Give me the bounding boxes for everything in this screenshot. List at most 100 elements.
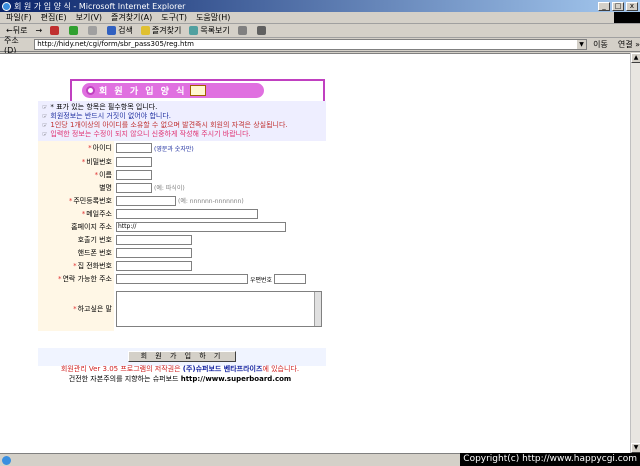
favorites-button[interactable]: 즐겨찾기 xyxy=(140,25,182,36)
ssn-hint: (예: nnnnnn-nnnnnnn) xyxy=(178,198,244,205)
label-email-text: 메일주소 xyxy=(86,209,112,218)
history-icon xyxy=(189,26,199,35)
required-mark: * xyxy=(88,144,92,152)
row-name: * 이름 xyxy=(38,168,326,181)
field-homepage: http:// xyxy=(114,220,326,233)
ie-icon xyxy=(2,1,11,11)
menu-help[interactable]: 도움말(H) xyxy=(196,12,230,23)
notice-text-1: 회원정보는 반드시 거짓이 없어야 합니다. xyxy=(50,112,171,120)
label-nickname-text: 별명 xyxy=(99,183,112,192)
message-textarea[interactable] xyxy=(116,290,322,327)
pointer-icon: ☞ xyxy=(42,113,48,120)
label-mobile-text: 핸드폰 번호 xyxy=(77,248,112,257)
menu-view[interactable]: 보기(V) xyxy=(76,12,102,23)
label-message-text: 하고싶은 말 xyxy=(77,304,112,313)
copyright-overlay: Copyright(c) http://www.happycgi.com xyxy=(460,453,640,466)
refresh-button[interactable] xyxy=(69,26,80,35)
refresh-icon xyxy=(69,26,79,35)
history-label: 목록보기 xyxy=(200,26,230,35)
window-title: 회 원 가 입 양 식 - Microsoft Internet Explore… xyxy=(14,1,186,11)
print-icon xyxy=(256,26,266,35)
id-input[interactable] xyxy=(116,143,152,153)
vertical-scrollbar[interactable]: ▲ ▼ xyxy=(630,53,640,453)
menu-favorites[interactable]: 즐겨찾기(A) xyxy=(111,12,152,23)
required-mark: * xyxy=(73,304,77,313)
forward-button[interactable]: → xyxy=(35,26,42,35)
label-password: * 비밀번호 xyxy=(38,155,114,168)
search-icon xyxy=(107,26,117,35)
scroll-down-icon[interactable]: ▼ xyxy=(631,443,640,453)
required-mark: * xyxy=(94,170,99,179)
menu-tools[interactable]: 도구(T) xyxy=(161,12,187,23)
label-homepage-text: 홈페이지 주소 xyxy=(71,222,112,231)
menu-edit[interactable]: 편집(E) xyxy=(41,12,67,23)
row-nickname: 별명 (예: 따식이) xyxy=(38,181,326,194)
minimize-button[interactable]: _ xyxy=(598,1,610,11)
row-pager: 호출기 번호 xyxy=(38,233,326,246)
star-icon xyxy=(140,26,150,35)
pointer-icon: ☞ xyxy=(42,122,48,129)
go-button[interactable]: 이동 xyxy=(593,39,608,50)
row-password: * 비밀번호 xyxy=(38,155,326,168)
menu-file[interactable]: 파일(F) xyxy=(6,12,32,23)
row-homepage: 홈페이지 주소 http:// xyxy=(38,220,326,233)
notice-line: ☞ 1인당 1개이상의 아이디를 소유할 수 없으며 발견즉시 회원의 자격은 상… xyxy=(42,121,322,130)
label-id-text: 아이디 xyxy=(92,144,112,152)
footer: 회원관리 Ver 3.05 프로그램의 저작권은 (주)슈퍼보드 벤타프라이즈에… xyxy=(0,364,360,384)
required-mark: * xyxy=(81,209,86,218)
links-button[interactable]: 연결 » xyxy=(618,39,640,50)
label-ssn: * 주민등록번호 xyxy=(38,194,114,207)
label-name-text: 이름 xyxy=(99,170,112,179)
stop-icon xyxy=(50,26,60,35)
phone-input[interactable] xyxy=(116,260,192,271)
label-phone-text: 집 전화번호 xyxy=(77,261,112,270)
forward-arrow-icon: → xyxy=(35,26,43,35)
ssn-input[interactable] xyxy=(116,195,176,206)
favorites-label: 즐겨찾기 xyxy=(151,26,182,35)
label-address: * 연락 가능한 주소 xyxy=(38,272,114,286)
toolbar: ← 뒤로 → 검색 즐겨찾기 목록보기 xyxy=(0,24,640,38)
row-ssn: * 주민등록번호 (예: nnnnnn-nnnnnnn) xyxy=(38,194,326,207)
nickname-input[interactable] xyxy=(116,182,152,193)
row-email: * 메일주소 xyxy=(38,207,326,220)
stop-button[interactable] xyxy=(50,26,61,35)
scroll-up-icon[interactable]: ▲ xyxy=(631,53,640,63)
footer-url-link[interactable]: http://www.superboard.com xyxy=(181,375,292,383)
mobile-input[interactable] xyxy=(116,247,192,258)
home-button[interactable] xyxy=(88,26,99,35)
notice-box: ☞ * 표가 있는 항목은 필수항목 입니다. ☞ 회원정보는 반드시 거짓이 없어… xyxy=(38,101,326,141)
footer-text-2: 에 있습니다. xyxy=(262,365,300,373)
password-input[interactable] xyxy=(116,156,152,167)
submit-button[interactable]: 회 원 가 입 하 기 xyxy=(128,351,236,362)
chevron-down-icon[interactable]: ▼ xyxy=(577,40,587,49)
notice-line: ☞ * 표가 있는 항목은 필수항목 입니다. xyxy=(42,103,322,112)
address-input[interactable]: http://hidy.net/cgi/form/sbr_pass305/reg… xyxy=(34,39,588,50)
label-email: * 메일주소 xyxy=(38,207,114,220)
address-url: http://hidy.net/cgi/form/sbr_pass305/reg… xyxy=(37,40,194,48)
home-icon xyxy=(88,26,98,35)
field-nickname: (예: 따식이) xyxy=(114,181,326,194)
textarea-scrollbar[interactable] xyxy=(314,291,321,326)
footer-company-link[interactable]: (주)슈퍼보드 벤타프라이즈 xyxy=(183,365,263,373)
history-button[interactable]: 목록보기 xyxy=(189,25,230,36)
pager-input[interactable] xyxy=(116,234,192,245)
homepage-input[interactable]: http:// xyxy=(116,221,286,232)
field-message xyxy=(114,286,326,331)
footer-text-1: 회원관리 Ver 3.05 프로그램의 저작권은 xyxy=(60,365,183,373)
print-button[interactable] xyxy=(256,26,268,35)
label-mobile: 핸드폰 번호 xyxy=(38,246,114,259)
address-input-field[interactable] xyxy=(116,274,248,284)
mail-button[interactable] xyxy=(237,26,249,35)
close-button[interactable]: x xyxy=(626,1,638,11)
maximize-button[interactable]: □ xyxy=(612,1,624,11)
pointer-icon: ☞ xyxy=(42,131,48,138)
email-input[interactable] xyxy=(116,208,258,219)
row-mobile: 핸드폰 번호 xyxy=(38,246,326,259)
search-button[interactable]: 검색 xyxy=(107,25,133,36)
zip-input[interactable] xyxy=(274,274,307,284)
field-name xyxy=(114,168,326,181)
label-password-text: 비밀번호 xyxy=(86,157,112,166)
required-mark: * xyxy=(73,261,77,270)
name-input[interactable] xyxy=(116,169,152,180)
footer-line-2: 건전한 자본주의를 지향하는 슈퍼보드 http://www.superboar… xyxy=(0,374,360,384)
